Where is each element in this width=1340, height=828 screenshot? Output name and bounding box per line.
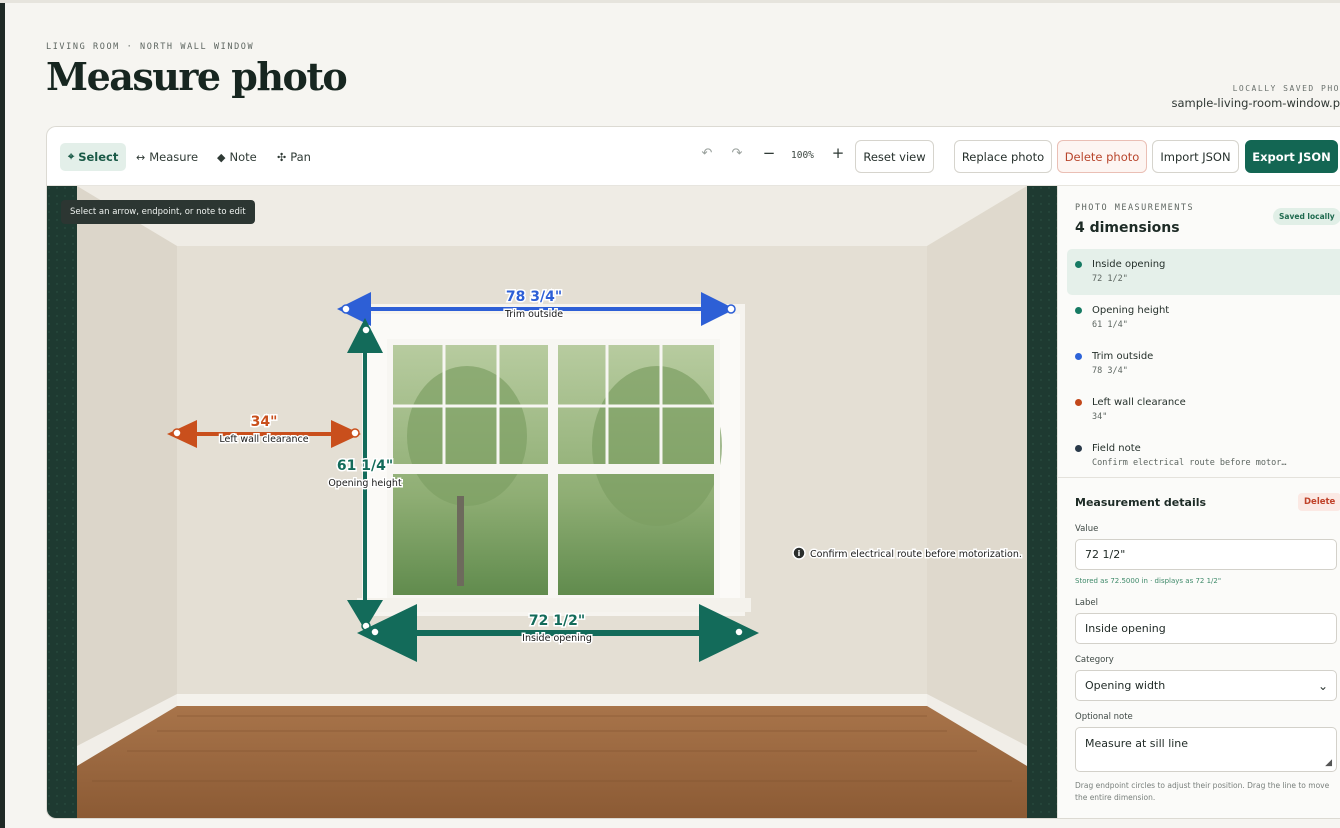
measure-icon: ↔ bbox=[136, 150, 146, 164]
top-divider bbox=[0, 0, 1340, 3]
tool-measure-label: Measure bbox=[149, 150, 199, 164]
replace-photo-button[interactable]: Replace photo bbox=[954, 140, 1052, 173]
room-photo bbox=[77, 186, 1027, 818]
measurement-value: 78 3/4" bbox=[1092, 366, 1128, 376]
field-note-marker[interactable]: i Confirm electrical route before motori… bbox=[792, 546, 1023, 562]
label-label: Label bbox=[1075, 598, 1098, 608]
breadcrumb: LIVING ROOM · NORTH WALL WINDOW bbox=[46, 42, 255, 52]
page-header: LIVING ROOM · NORTH WALL WINDOW Measure … bbox=[46, 40, 1340, 110]
left-wall-clearance-label: Left wall clearance bbox=[219, 434, 308, 445]
file-name: sample-living-room-window.p bbox=[1171, 96, 1340, 110]
left-wall-clearance-value: 34" bbox=[251, 414, 278, 430]
zoom-level: 100% bbox=[791, 150, 814, 161]
tool-measure[interactable]: ↔ Measure bbox=[128, 143, 206, 171]
toolbar: ⌖ Select ↔ Measure ◆ Note ✣ Pan ↶ ↷ − 10… bbox=[47, 127, 1340, 186]
label-input[interactable]: Inside opening bbox=[1075, 613, 1337, 644]
photo-canvas[interactable]: 78 3/4" Trim outside 61 1/4" Opening hei… bbox=[47, 186, 1057, 818]
editor-card: ⌖ Select ↔ Measure ◆ Note ✣ Pan ↶ ↷ − 10… bbox=[46, 126, 1340, 819]
tool-note-label: Note bbox=[229, 150, 257, 164]
note-textarea[interactable]: Measure at sill line ◢ bbox=[1075, 727, 1337, 772]
status-dot bbox=[1075, 307, 1082, 314]
value-label: Value bbox=[1075, 524, 1099, 534]
chevron-down-icon: ⌄ bbox=[1317, 679, 1328, 693]
category-select[interactable]: Opening width ⌄ bbox=[1075, 670, 1337, 701]
pan-icon: ✣ bbox=[277, 150, 287, 164]
select-icon: ⌖ bbox=[68, 150, 75, 163]
tool-pan[interactable]: ✣ Pan bbox=[269, 143, 319, 171]
undo-icon[interactable]: ↶ bbox=[697, 146, 717, 161]
opening-height-value: 61 1/4" bbox=[337, 458, 393, 474]
measurement-list: Inside opening 72 1/2" Opening height 61… bbox=[1067, 249, 1340, 479]
stored-hint: Stored as 72.5000 in · displays as 72 1/… bbox=[1075, 577, 1222, 585]
dimension-count: 4 dimensions bbox=[1075, 220, 1180, 236]
info-icon-glyph: i bbox=[798, 549, 801, 558]
list-item-inside-opening[interactable]: Inside opening 72 1/2" bbox=[1067, 249, 1340, 295]
measurement-value: 72 1/2" bbox=[1092, 274, 1128, 284]
measurement-name: Opening height bbox=[1092, 305, 1170, 316]
canvas-hint: Select an arrow, endpoint, or note to ed… bbox=[61, 200, 255, 224]
help-text: Drag endpoint circles to adjust their po… bbox=[1075, 781, 1330, 802]
redo-icon[interactable]: ↷ bbox=[727, 146, 747, 161]
list-item-opening-height[interactable]: Opening height 61 1/4" bbox=[1067, 295, 1340, 341]
status-dot bbox=[1075, 261, 1082, 268]
measurement-value: 34" bbox=[1092, 412, 1108, 422]
measurements-sidebar: PHOTO MEASUREMENTS 4 dimensions Saved lo… bbox=[1057, 186, 1340, 818]
details-title: Measurement details bbox=[1075, 496, 1207, 509]
category-label: Category bbox=[1075, 655, 1114, 665]
note-value: Measure at sill line bbox=[1085, 737, 1189, 750]
resize-handle-icon[interactable]: ◢ bbox=[1325, 758, 1332, 768]
photo-scene: 78 3/4" Trim outside 61 1/4" Opening hei… bbox=[47, 186, 1057, 818]
field-note-text: Confirm electrical route before motoriza… bbox=[810, 549, 1022, 560]
trim-outside-value: 78 3/4" bbox=[506, 289, 562, 305]
delete-photo-button[interactable]: Delete photo bbox=[1057, 140, 1147, 173]
list-item-field-note[interactable]: Field note Confirm electrical route befo… bbox=[1067, 433, 1340, 479]
sidebar-divider bbox=[1058, 477, 1340, 478]
measurement-value: Confirm electrical route before motor… bbox=[1092, 458, 1287, 468]
zoom-in-icon[interactable]: + bbox=[828, 144, 848, 162]
saved-kicker: LOCALLY SAVED PHO bbox=[1232, 84, 1340, 93]
opening-height-label: Opening height bbox=[328, 478, 402, 489]
tool-note[interactable]: ◆ Note bbox=[209, 143, 265, 171]
import-json-button[interactable]: Import JSON bbox=[1152, 140, 1239, 173]
left-rail bbox=[0, 0, 5, 828]
measurement-name: Inside opening bbox=[1092, 259, 1166, 270]
tool-pan-label: Pan bbox=[290, 150, 311, 164]
inside-opening-label: Inside opening bbox=[522, 633, 592, 644]
trim-outside-label: Trim outside bbox=[504, 309, 563, 320]
measurement-name: Trim outside bbox=[1092, 351, 1154, 362]
list-item-left-wall-clearance[interactable]: Left wall clearance 34" bbox=[1067, 387, 1340, 433]
sidebar-kicker: PHOTO MEASUREMENTS bbox=[1075, 203, 1195, 213]
status-dot bbox=[1075, 353, 1082, 360]
value-input[interactable]: 72 1/2" bbox=[1075, 539, 1337, 570]
measurement-name: Left wall clearance bbox=[1092, 397, 1186, 408]
note-icon: ◆ bbox=[217, 150, 226, 164]
page-title: Measure photo bbox=[46, 54, 348, 99]
status-dot bbox=[1075, 445, 1082, 452]
tool-select[interactable]: ⌖ Select bbox=[60, 143, 127, 171]
list-item-trim-outside[interactable]: Trim outside 78 3/4" bbox=[1067, 341, 1340, 387]
delete-measurement-button[interactable]: Delete bbox=[1298, 493, 1340, 511]
reset-view-button[interactable]: Reset view bbox=[855, 140, 934, 173]
saved-locally-badge: Saved locally bbox=[1273, 208, 1340, 225]
export-json-button[interactable]: Export JSON bbox=[1245, 140, 1338, 173]
measurement-value: 61 1/4" bbox=[1092, 320, 1128, 330]
saved-file-meta: LOCALLY SAVED PHO sample-living-room-win… bbox=[1100, 84, 1340, 110]
inside-opening-value: 72 1/2" bbox=[529, 613, 585, 629]
note-label: Optional note bbox=[1075, 712, 1133, 722]
zoom-out-icon[interactable]: − bbox=[759, 144, 779, 162]
tool-select-label: Select bbox=[78, 150, 119, 164]
measurement-name: Field note bbox=[1092, 443, 1141, 454]
status-dot bbox=[1075, 399, 1082, 406]
category-value: Opening width bbox=[1085, 679, 1166, 692]
